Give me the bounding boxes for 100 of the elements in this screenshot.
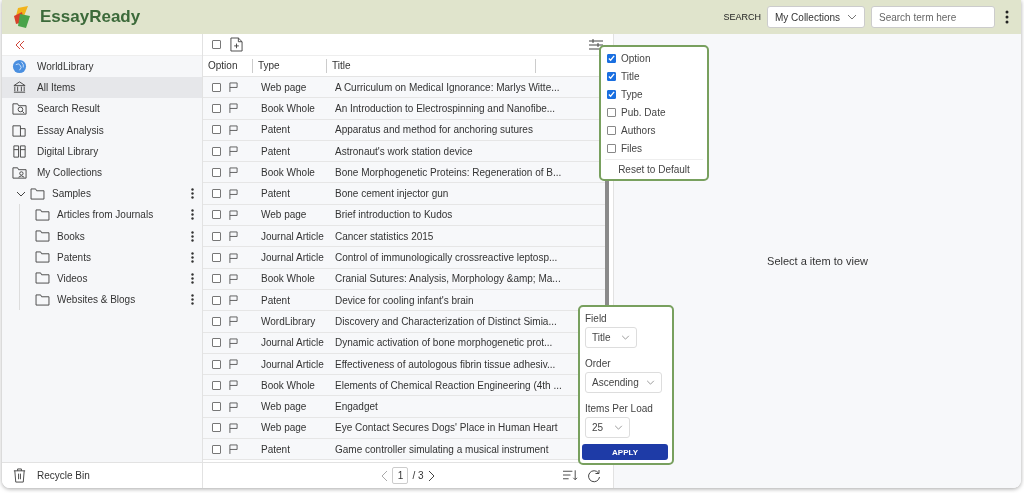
sidebar-item[interactable]: Digital Library bbox=[2, 140, 202, 162]
row-checkbox[interactable] bbox=[212, 295, 221, 305]
sidebar-item[interactable]: Search Result bbox=[2, 98, 202, 120]
row-checkbox[interactable] bbox=[212, 402, 221, 412]
row-checkbox[interactable] bbox=[212, 125, 221, 135]
chevron-down-icon bbox=[621, 335, 630, 340]
more-icon[interactable] bbox=[191, 272, 194, 284]
tree-item[interactable]: Books bbox=[20, 225, 202, 247]
page-field[interactable]: 1 bbox=[392, 467, 409, 484]
checkbox[interactable] bbox=[607, 143, 616, 153]
row-checkbox[interactable] bbox=[212, 167, 221, 177]
row-checkbox[interactable] bbox=[212, 423, 221, 433]
table-cell: Cranial Sutures: Analysis, Morphology &amp; Ma... bbox=[335, 273, 561, 285]
checkbox[interactable] bbox=[607, 53, 616, 63]
flag-icon[interactable] bbox=[229, 422, 238, 433]
column-header[interactable]: Title bbox=[327, 59, 536, 73]
more-icon[interactable] bbox=[191, 188, 194, 200]
row-checkbox[interactable] bbox=[212, 103, 221, 113]
column-option[interactable]: Pub. Date bbox=[601, 103, 707, 121]
field-label: Items Per Load bbox=[585, 403, 653, 414]
flag-icon[interactable] bbox=[229, 444, 238, 455]
table-cell: Device for cooling infant's brain bbox=[335, 294, 474, 306]
more-icon[interactable] bbox=[191, 209, 194, 221]
select-all-checkbox[interactable] bbox=[212, 40, 221, 49]
more-icon[interactable] bbox=[191, 251, 194, 263]
row-checkbox[interactable] bbox=[212, 444, 221, 454]
column-option[interactable]: Title bbox=[601, 67, 707, 85]
tree-item[interactable]: Samples bbox=[2, 183, 202, 205]
more-icon[interactable] bbox=[191, 294, 194, 306]
flag-icon[interactable] bbox=[229, 252, 238, 263]
flag-icon[interactable] bbox=[229, 401, 238, 412]
checkbox[interactable] bbox=[607, 71, 616, 81]
table-cell: Astronaut's work station device bbox=[335, 145, 473, 157]
chevron-down-icon bbox=[614, 425, 623, 430]
scope-dropdown[interactable]: My Collections bbox=[767, 6, 865, 28]
search-field[interactable]: Search term here bbox=[871, 6, 995, 28]
row-checkbox[interactable] bbox=[212, 189, 221, 199]
checkbox[interactable] bbox=[607, 89, 616, 99]
flag-icon[interactable] bbox=[229, 188, 238, 199]
dropdown[interactable]: 25 bbox=[585, 417, 630, 438]
next-page-icon[interactable] bbox=[427, 469, 435, 482]
flag-icon[interactable] bbox=[229, 146, 238, 157]
row-checkbox[interactable] bbox=[212, 338, 221, 348]
flag-icon[interactable] bbox=[229, 124, 238, 135]
tree-item[interactable]: Videos bbox=[20, 267, 202, 290]
flag-icon[interactable] bbox=[229, 209, 238, 220]
flag-icon[interactable] bbox=[229, 295, 238, 306]
more-icon[interactable] bbox=[191, 230, 194, 242]
more-icon[interactable] bbox=[1005, 10, 1009, 24]
sidebar-item[interactable]: WorldLibrary bbox=[2, 56, 202, 78]
row-checkbox[interactable] bbox=[212, 316, 221, 326]
column-header[interactable]: Option bbox=[203, 59, 253, 73]
table-cell: Bone Morphogenetic Proteins: Regeneration of B... bbox=[335, 166, 562, 178]
row-checkbox[interactable] bbox=[212, 380, 221, 390]
table-cell: Elements of Chemical Reaction Engineering (4th ... bbox=[335, 379, 562, 391]
sidebar-item[interactable]: My Collections bbox=[2, 161, 202, 184]
table-cell: Engadget bbox=[335, 401, 378, 413]
row-checkbox[interactable] bbox=[212, 253, 221, 262]
row-checkbox[interactable] bbox=[212, 82, 221, 92]
tree-item[interactable]: Patents bbox=[20, 246, 202, 268]
sidebar-item[interactable]: Essay Analysis bbox=[2, 119, 202, 141]
add-document-icon[interactable] bbox=[230, 37, 243, 52]
column-option[interactable]: Files bbox=[601, 139, 707, 157]
collapse-icon[interactable] bbox=[14, 39, 26, 50]
tree-item[interactable]: Articles from Journals bbox=[20, 204, 202, 226]
flag-icon[interactable] bbox=[229, 167, 238, 178]
recycle-bin-item[interactable]: Recycle Bin bbox=[2, 462, 202, 488]
checkbox[interactable] bbox=[607, 125, 616, 135]
flag-icon[interactable] bbox=[229, 103, 238, 114]
table-cell-text: Journal Article bbox=[261, 252, 325, 263]
flag-icon[interactable] bbox=[229, 380, 238, 391]
sort-icon[interactable] bbox=[563, 469, 578, 481]
logo-icon bbox=[12, 6, 32, 28]
dropdown[interactable]: Title bbox=[585, 327, 637, 348]
flag-icon[interactable] bbox=[229, 337, 238, 348]
column-option[interactable]: Type bbox=[601, 85, 707, 103]
apply-button[interactable]: APPLY bbox=[582, 444, 668, 460]
row-checkbox[interactable] bbox=[212, 210, 221, 220]
sidebar-item[interactable]: All Items bbox=[2, 77, 202, 99]
flag-icon[interactable] bbox=[229, 273, 238, 284]
table-cell: Effectiveness of autologous fibrin tissue adhesiv... bbox=[335, 358, 556, 370]
row-checkbox[interactable] bbox=[212, 146, 221, 156]
dropdown[interactable]: Ascending bbox=[585, 372, 662, 393]
table-cell: Discovery and Characterization of Distinct Simia... bbox=[335, 315, 557, 327]
checkbox[interactable] bbox=[607, 107, 616, 117]
column-option[interactable]: Option bbox=[601, 49, 707, 67]
row-checkbox[interactable] bbox=[212, 359, 221, 369]
row-checkbox[interactable] bbox=[212, 274, 221, 284]
flag-icon[interactable] bbox=[229, 231, 238, 242]
empty-message: Select a item to view bbox=[767, 255, 868, 267]
flag-icon[interactable] bbox=[229, 359, 238, 369]
flag-icon[interactable] bbox=[229, 82, 238, 93]
column-header[interactable]: Type bbox=[253, 59, 327, 73]
tree-item[interactable]: Websites & Blogs bbox=[20, 289, 202, 311]
table-cell-text: Patent bbox=[261, 124, 291, 136]
row-checkbox[interactable] bbox=[212, 231, 221, 241]
column-settings-icon[interactable] bbox=[589, 38, 603, 51]
column-option[interactable]: Authors bbox=[601, 121, 707, 139]
flag-icon[interactable] bbox=[229, 316, 238, 327]
refresh-icon[interactable] bbox=[587, 469, 601, 483]
